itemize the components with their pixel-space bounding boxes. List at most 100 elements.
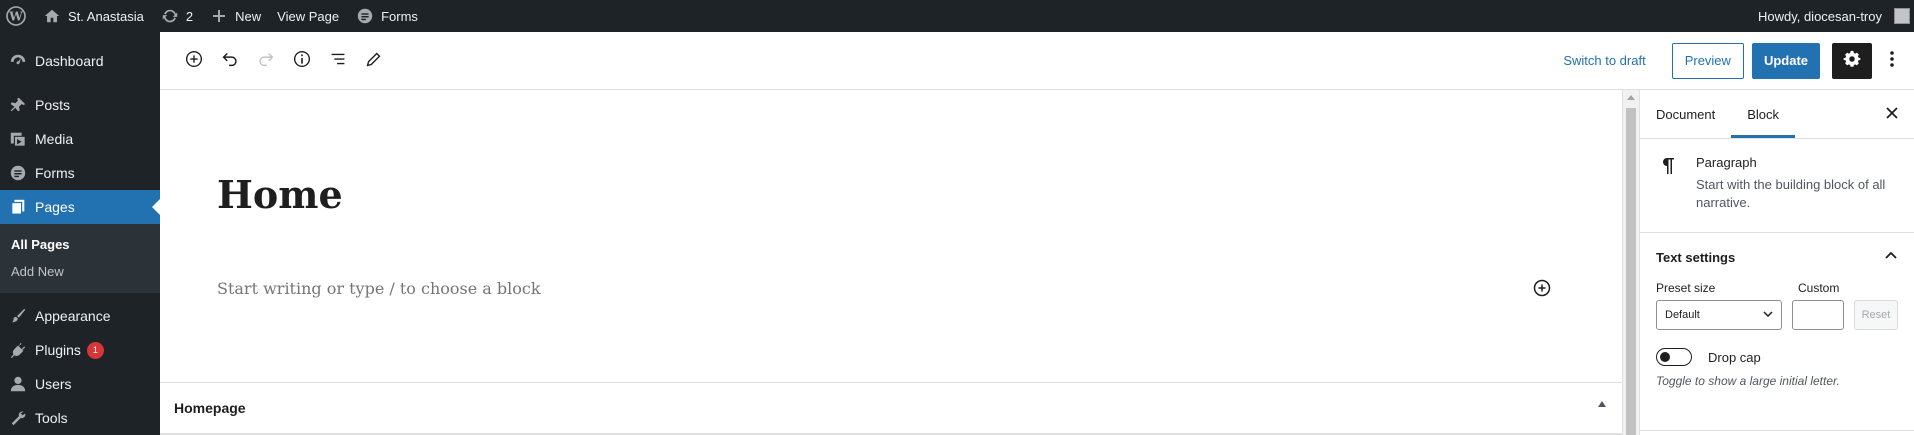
- more-menu-button[interactable]: [1880, 43, 1904, 79]
- details-button[interactable]: [284, 43, 320, 79]
- pages-icon: [8, 197, 28, 217]
- sidebar-item-media[interactable]: Media: [0, 122, 160, 156]
- drop-cap-row: Drop cap: [1656, 348, 1898, 366]
- settings-tabs: Document Block: [1640, 90, 1914, 139]
- close-settings-button[interactable]: [1882, 104, 1902, 124]
- paintbrush-icon: [8, 306, 28, 326]
- submenu-add-new[interactable]: Add New: [0, 258, 160, 285]
- sidebar-item-dashboard[interactable]: Dashboard: [0, 44, 160, 78]
- new-label: New: [235, 8, 262, 24]
- sidebar-item-forms[interactable]: Forms: [0, 156, 160, 190]
- add-block-button[interactable]: [176, 43, 212, 79]
- wordpress-logo-button[interactable]: W: [0, 0, 34, 32]
- settings-sidebar: Document Block Paragraph Start with the …: [1639, 90, 1914, 435]
- sidebar-item-label: Users: [35, 376, 72, 392]
- post-title[interactable]: Home: [217, 172, 343, 217]
- undo-button[interactable]: [212, 43, 248, 79]
- plugins-update-badge: 1: [86, 341, 104, 359]
- chevron-up-icon: [1884, 249, 1898, 266]
- view-page-link[interactable]: View Page: [269, 0, 347, 32]
- editor-scrollbar[interactable]: [1622, 90, 1639, 435]
- scroll-up-icon[interactable]: [1627, 95, 1635, 100]
- tab-document[interactable]: Document: [1640, 90, 1731, 138]
- forms-icon: [8, 163, 28, 183]
- plus-circle-icon: [1532, 279, 1552, 301]
- preset-size-select[interactable]: Default: [1656, 300, 1783, 330]
- info-icon: [291, 48, 313, 73]
- sidebar-item-tools[interactable]: Tools: [0, 401, 160, 435]
- editor-header: Switch to draft Preview Update: [160, 32, 1914, 90]
- text-settings-toggle[interactable]: Text settings: [1640, 233, 1914, 281]
- gear-icon: [1841, 48, 1863, 73]
- sidebar-item-users[interactable]: Users: [0, 367, 160, 401]
- text-settings-title: Text settings: [1656, 249, 1736, 265]
- drop-cap-help: Toggle to show a large initial letter.: [1656, 374, 1840, 388]
- font-size-labels: Preset size Custom: [1656, 281, 1898, 295]
- tab-block[interactable]: Block: [1731, 90, 1795, 138]
- inline-inserter-button[interactable]: [1532, 278, 1552, 298]
- block-description: Start with the building block of all nar…: [1696, 177, 1886, 210]
- sidebar-item-label: Appearance: [35, 308, 111, 324]
- block-name: Paragraph: [1696, 155, 1757, 170]
- paragraph-placeholder[interactable]: Start writing or type / to choose a bloc…: [217, 279, 541, 298]
- forms-label: Forms: [381, 8, 418, 24]
- submenu-all-pages[interactable]: All Pages: [0, 231, 160, 258]
- site-name-link[interactable]: St. Anastasia: [34, 0, 152, 32]
- pencil-icon: [363, 48, 385, 73]
- reset-button[interactable]: Reset: [1853, 300, 1899, 330]
- wordpress-logo-icon: W: [6, 6, 26, 26]
- vertical-ellipsis-icon: [1889, 49, 1895, 72]
- custom-label: Custom: [1798, 281, 1840, 295]
- new-content-link[interactable]: New: [201, 0, 269, 32]
- view-page-label: View Page: [277, 8, 340, 24]
- sidebar-item-pages[interactable]: Pages: [0, 190, 160, 224]
- divider: [1640, 430, 1914, 431]
- drop-cap-label: Drop cap: [1708, 349, 1761, 365]
- wrench-icon: [8, 408, 28, 428]
- list-view-icon: [327, 48, 349, 73]
- paragraph-icon: [1656, 154, 1680, 178]
- forms-link[interactable]: Forms: [347, 0, 426, 32]
- plugin-icon: [8, 340, 28, 360]
- sidebar-item-label: Posts: [35, 97, 71, 113]
- site-name: St. Anastasia: [68, 8, 144, 24]
- plus-icon: [209, 6, 229, 26]
- drop-cap-toggle[interactable]: [1656, 348, 1692, 366]
- chevron-down-icon: [1763, 309, 1773, 322]
- tools-button[interactable]: [356, 43, 392, 79]
- custom-size-input[interactable]: [1792, 300, 1844, 330]
- text-settings-panel: Preset size Custom Default Reset Drop ca…: [1640, 281, 1914, 388]
- settings-button[interactable]: [1832, 42, 1872, 79]
- preset-size-value: Default: [1665, 309, 1700, 321]
- homepage-meta-box[interactable]: Homepage: [160, 382, 1622, 435]
- sidebar-item-label: Media: [35, 131, 74, 147]
- plus-circle-icon: [183, 48, 205, 73]
- switch-to-draft-button[interactable]: Switch to draft: [1545, 53, 1663, 68]
- sidebar-item-appearance[interactable]: Appearance: [0, 299, 160, 333]
- account-menu[interactable]: Howdy, diocesan-troy: [1750, 0, 1914, 32]
- header-actions: Switch to draft Preview Update: [1545, 42, 1914, 79]
- sidebar-item-plugins[interactable]: Plugins 1: [0, 333, 160, 367]
- meta-box-title: Homepage: [174, 400, 246, 416]
- media-icon: [8, 129, 28, 149]
- pages-submenu: All Pages Add New: [0, 224, 160, 293]
- avatar: [1894, 8, 1910, 24]
- admin-bar: W St. Anastasia 2 New View Page Forms Ho…: [0, 0, 1914, 32]
- toggle-knob: [1660, 352, 1670, 362]
- howdy-text: Howdy, diocesan-troy: [1757, 8, 1882, 24]
- updates-link[interactable]: 2: [152, 0, 201, 32]
- scrollbar-thumb[interactable]: [1626, 108, 1636, 435]
- preview-button[interactable]: Preview: [1671, 42, 1744, 79]
- collapse-arrow-icon[interactable]: [1598, 401, 1606, 407]
- block-navigation-button[interactable]: [320, 43, 356, 79]
- block-card: Paragraph Start with the building block …: [1640, 139, 1914, 233]
- editor-tools: [160, 43, 392, 79]
- sidebar-item-label: Forms: [35, 165, 75, 181]
- svg-text:W: W: [8, 10, 23, 24]
- close-icon: [1886, 106, 1898, 122]
- forms-icon: [355, 6, 375, 26]
- redo-button[interactable]: [248, 43, 284, 79]
- update-button[interactable]: Update: [1751, 42, 1820, 79]
- home-icon: [42, 6, 62, 26]
- sidebar-item-posts[interactable]: Posts: [0, 88, 160, 122]
